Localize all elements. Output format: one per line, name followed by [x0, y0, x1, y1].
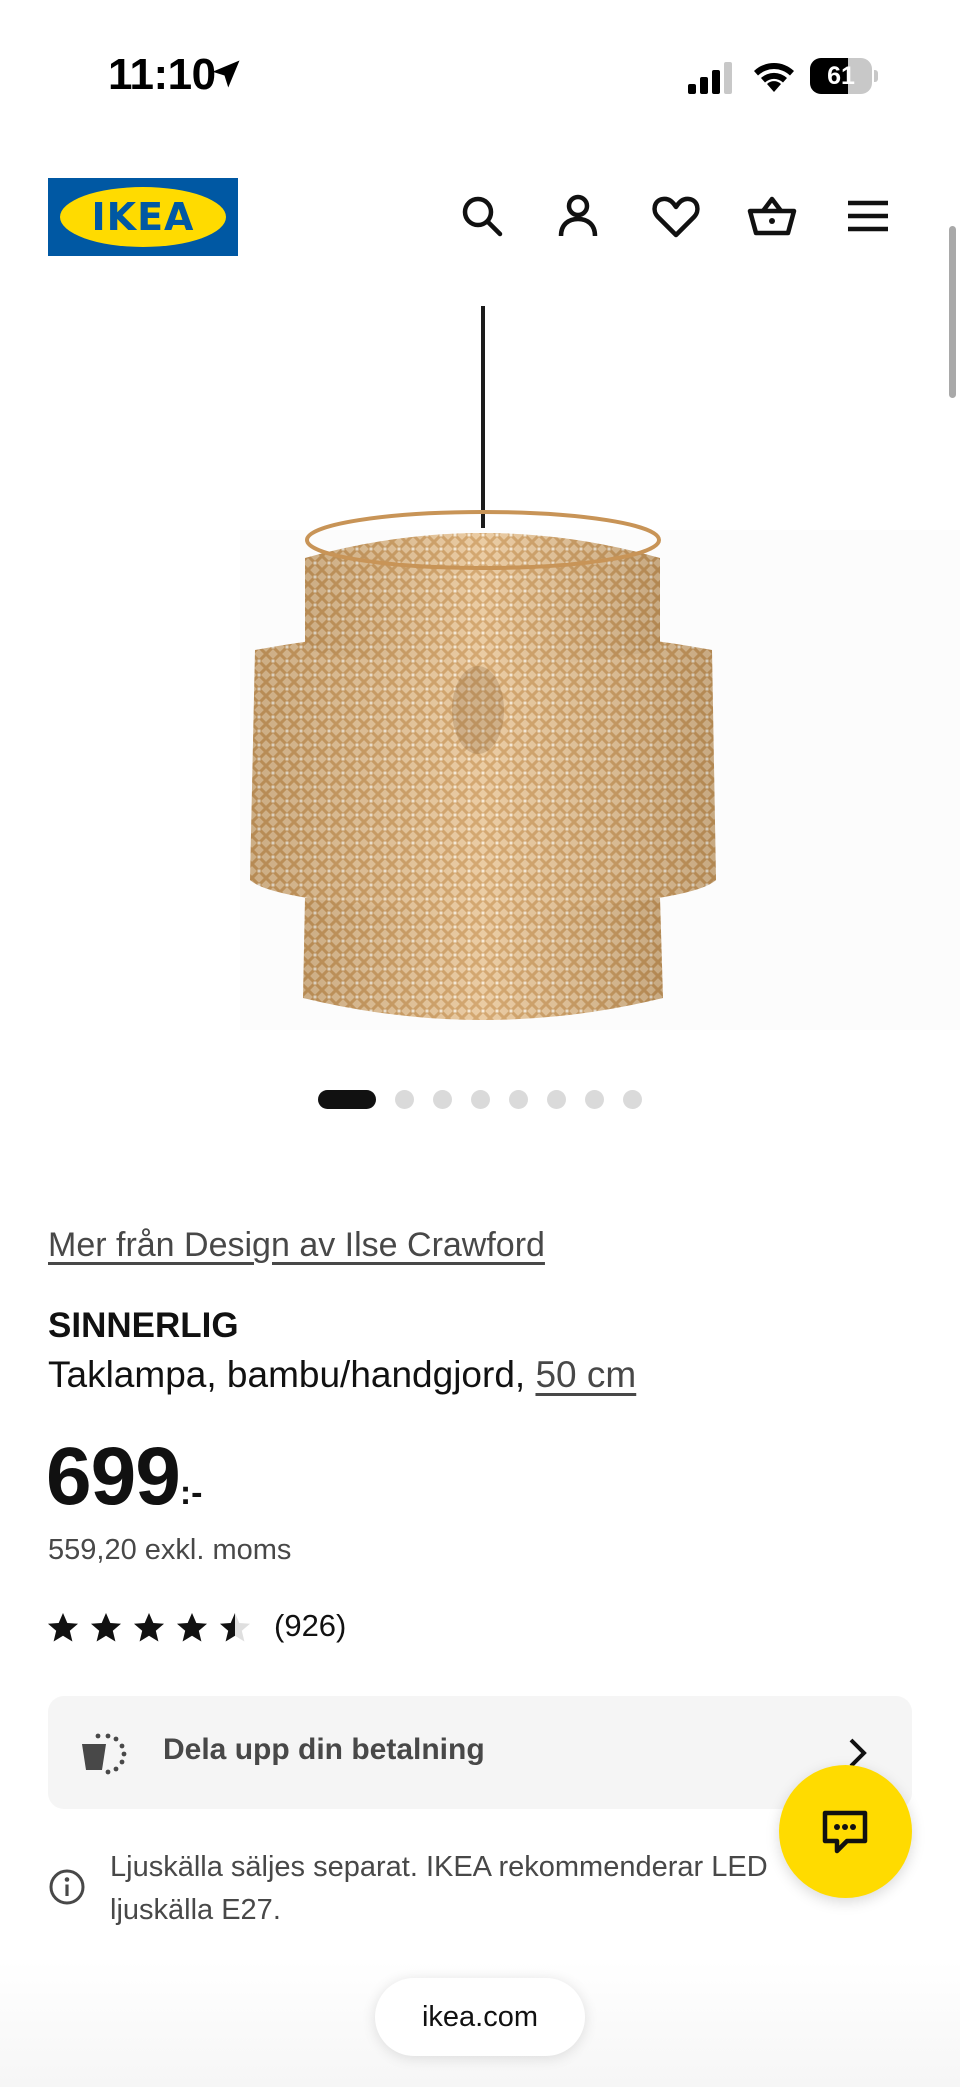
carousel-dot[interactable]: [471, 1090, 490, 1109]
price-value: 699: [46, 1431, 181, 1522]
carousel-dot-active[interactable]: [318, 1090, 376, 1109]
star-full-icon: [134, 1613, 164, 1642]
carousel-dot[interactable]: [395, 1090, 414, 1109]
status-time: 11:10: [108, 50, 216, 99]
logo-text: IKEA: [91, 195, 195, 239]
browser-address-bar[interactable]: ikea.com: [375, 1978, 585, 2056]
star-half-icon: [220, 1613, 250, 1642]
site-header: IKEA: [0, 160, 960, 270]
search-icon[interactable]: [456, 190, 508, 242]
chat-icon: [822, 1810, 868, 1854]
designer-collection-link[interactable]: Mer från Design av Ilse Crawford: [48, 1226, 545, 1265]
carousel-dot[interactable]: [433, 1090, 452, 1109]
carousel-dot[interactable]: [547, 1090, 566, 1109]
info-icon: [49, 1869, 85, 1905]
product-type-text: Taklampa, bambu/handgjord,: [48, 1354, 536, 1395]
cart-icon[interactable]: [746, 190, 798, 242]
split-payment-card[interactable]: Dela upp din betalning: [48, 1696, 912, 1809]
product-description: Taklampa, bambu/handgjord, 50 cm: [48, 1354, 636, 1396]
battery-level: 61: [827, 62, 855, 90]
pendant-lamp-image[interactable]: [0, 290, 960, 1070]
price-suffix: :-: [179, 1474, 203, 1512]
status-bar: 11:10 61: [0, 0, 960, 140]
location-arrow-icon: [212, 60, 240, 88]
star-full-icon: [177, 1613, 207, 1642]
wifi-icon: [754, 63, 794, 92]
image-carousel-indicator[interactable]: [0, 1088, 960, 1110]
battery-icon: 61: [810, 58, 878, 94]
size-link[interactable]: 50 cm: [535, 1354, 636, 1395]
account-icon[interactable]: [552, 190, 604, 242]
ikea-logo[interactable]: IKEA: [48, 178, 238, 256]
split-payment-icon: [82, 1733, 127, 1775]
menu-icon[interactable]: [842, 190, 894, 242]
carousel-dot[interactable]: [585, 1090, 604, 1109]
split-payment-label: Dela upp din betalning: [163, 1733, 485, 1766]
carousel-dot[interactable]: [623, 1090, 642, 1109]
carousel-dot[interactable]: [509, 1090, 528, 1109]
product-name: SINNERLIG: [48, 1306, 239, 1345]
signal-icon: [688, 62, 732, 94]
heart-icon[interactable]: [650, 190, 702, 242]
chat-button[interactable]: [779, 1765, 912, 1898]
star-full-icon: [48, 1613, 78, 1642]
light-source-text: Ljuskälla säljes separat. IKEA rekommend…: [110, 1851, 768, 1926]
rating-count: (926): [274, 1608, 347, 1643]
price-excl-vat: 559,20 exkl. moms: [48, 1534, 292, 1566]
star-full-icon: [91, 1613, 121, 1642]
product-price: 699:-: [46, 1430, 203, 1522]
